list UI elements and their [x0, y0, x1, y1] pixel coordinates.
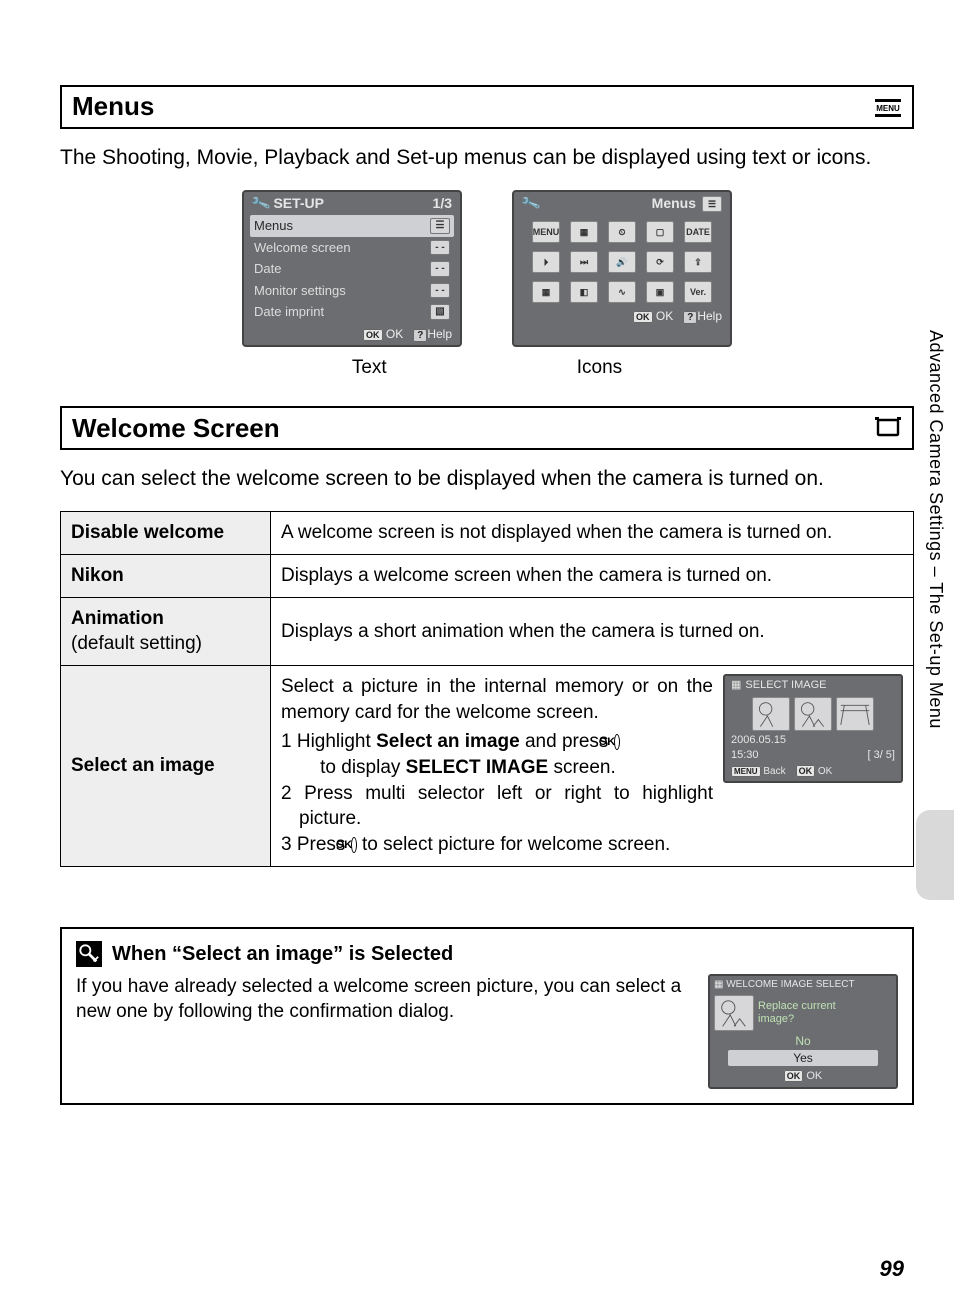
note-icon: [76, 941, 102, 967]
grid-icon: ◧: [570, 281, 598, 303]
welcome-screen-icon: ▦: [731, 678, 741, 693]
mini-date: 2006.05.15: [731, 733, 786, 748]
select-image-step-2: 2 Press multi selector left or right to …: [281, 781, 713, 832]
thumbnail: [714, 995, 754, 1031]
lcd-text-item: Date imprint▧: [250, 301, 454, 323]
opt-disable-desc: A welcome screen is not displayed when t…: [271, 512, 914, 555]
grid-icon: ⏭: [570, 251, 598, 273]
welcome-intro-text: You can select the welcome screen to be …: [60, 465, 914, 493]
opt-anim-desc: Displays a short animation when the came…: [271, 597, 914, 665]
side-tab-marker: [916, 810, 954, 900]
welcome-options-table: Disable welcome A welcome screen is not …: [60, 511, 914, 866]
lcd-text-item: Welcome screen- -: [250, 237, 454, 259]
grid-icon: ⟳: [646, 251, 674, 273]
thumbnail: [836, 697, 874, 731]
mini-counter: [ 3/ 5]: [867, 748, 895, 763]
lcd-text-item: Menus☰: [250, 215, 454, 237]
grid-icon: ▣: [646, 281, 674, 303]
ok-button-icon: OK: [614, 734, 620, 750]
note-box: When “Select an image” is Selected If yo…: [60, 927, 914, 1106]
table-row: Animation (default setting) Displays a s…: [61, 597, 914, 665]
opt-select-desc: Select a picture in the internal memory …: [271, 666, 914, 866]
note-title-text: When “Select an image” is Selected: [112, 941, 453, 968]
opt-nikon-desc: Displays a welcome screen when the camer…: [271, 555, 914, 598]
section-title-welcome: Welcome Screen: [72, 411, 874, 446]
wrench-icon: 🔧: [519, 192, 542, 216]
table-row: Disable welcome A welcome screen is not …: [61, 512, 914, 555]
lcd-text-mode: 🔧 SET-UP 1/3 Menus☰ Welcome screen- - Da…: [242, 190, 462, 347]
caption-text: Text: [352, 355, 387, 381]
menus-intro-text: The Shooting, Movie, Playback and Set-up…: [60, 144, 914, 172]
menu-icon-chip: ☰: [702, 196, 722, 212]
select-image-step-1: 1 Highlight Select an image and press OK…: [281, 729, 713, 780]
grid-icon: ⇪: [684, 251, 712, 273]
mini-lcd-confirm: ▦ WELCOME IMAGE SELECT Replace current i…: [708, 974, 898, 1090]
grid-icon: ⏵: [532, 251, 560, 273]
menu-icon: MENU: [874, 93, 902, 121]
section-header-menus: Menus MENU: [60, 85, 914, 129]
wrench-icon: 🔧: [249, 192, 272, 216]
side-tab: Advanced Camera Settings – The Set-up Me…: [912, 330, 954, 900]
table-row: Select an image Select a picture in the …: [61, 666, 914, 866]
grid-icon: 🔊: [608, 251, 636, 273]
confirm-option-yes: Yes: [728, 1050, 878, 1066]
lcd-icon-grid: MENU ▦ ⏲ ▢ DATE ⏵ ⏭ 🔊 ⟳ ⇪ ▦ ◧ ∿ ▣ Ver.: [514, 215, 730, 305]
side-tab-label: Advanced Camera Settings – The Set-up Me…: [924, 330, 948, 729]
table-row: Nikon Displays a welcome screen when the…: [61, 555, 914, 598]
svg-text:MENU: MENU: [876, 104, 900, 113]
opt-select-label: Select an image: [61, 666, 271, 866]
grid-icon: ▢: [646, 221, 674, 243]
thumbnail: [752, 697, 790, 731]
grid-icon: Ver.: [684, 281, 712, 303]
select-image-para: Select a picture in the internal memory …: [281, 674, 713, 725]
grid-icon: MENU: [532, 221, 560, 243]
select-image-step-3: 3 Press OK to select picture for welcome…: [281, 832, 713, 858]
mini-lcd-select-image: ▦ SELECT IMAGE 2006.05.15 15:30 [ 3/ 5]: [723, 674, 903, 783]
welcome-screen-icon: [874, 414, 902, 442]
grid-icon: ▦: [532, 281, 560, 303]
page-number: 99: [880, 1254, 904, 1284]
lcd-icons-mode: 🔧 Menus ☰ MENU ▦ ⏲ ▢ DATE ⏵ ⏭ 🔊 ⟳ ⇪ ▦ ◧ …: [512, 190, 732, 347]
grid-icon: DATE: [684, 221, 712, 243]
thumbnail: [794, 697, 832, 731]
opt-nikon-label: Nikon: [61, 555, 271, 598]
lcd-icons-header: Menus: [652, 194, 696, 213]
lcd-text-item: Date- -: [250, 258, 454, 280]
menus-screens: 🔧 SET-UP 1/3 Menus☰ Welcome screen- - Da…: [60, 190, 914, 347]
note-body-text: If you have already selected a welcome s…: [76, 974, 692, 1025]
opt-disable-label: Disable welcome: [61, 512, 271, 555]
opt-anim-label: Animation (default setting): [61, 597, 271, 665]
grid-icon: ⏲: [608, 221, 636, 243]
lcd-text-page: 1/3: [433, 194, 452, 213]
caption-icons: Icons: [577, 355, 622, 381]
section-title-menus: Menus: [72, 89, 874, 124]
lcd-text-item: Monitor settings- -: [250, 280, 454, 302]
grid-icon: ▦: [570, 221, 598, 243]
mini-time: 15:30: [731, 748, 759, 763]
confirm-option-no: No: [710, 1033, 896, 1049]
lcd-text-header: SET-UP: [273, 194, 324, 213]
grid-icon: ∿: [608, 281, 636, 303]
section-header-welcome: Welcome Screen: [60, 406, 914, 450]
